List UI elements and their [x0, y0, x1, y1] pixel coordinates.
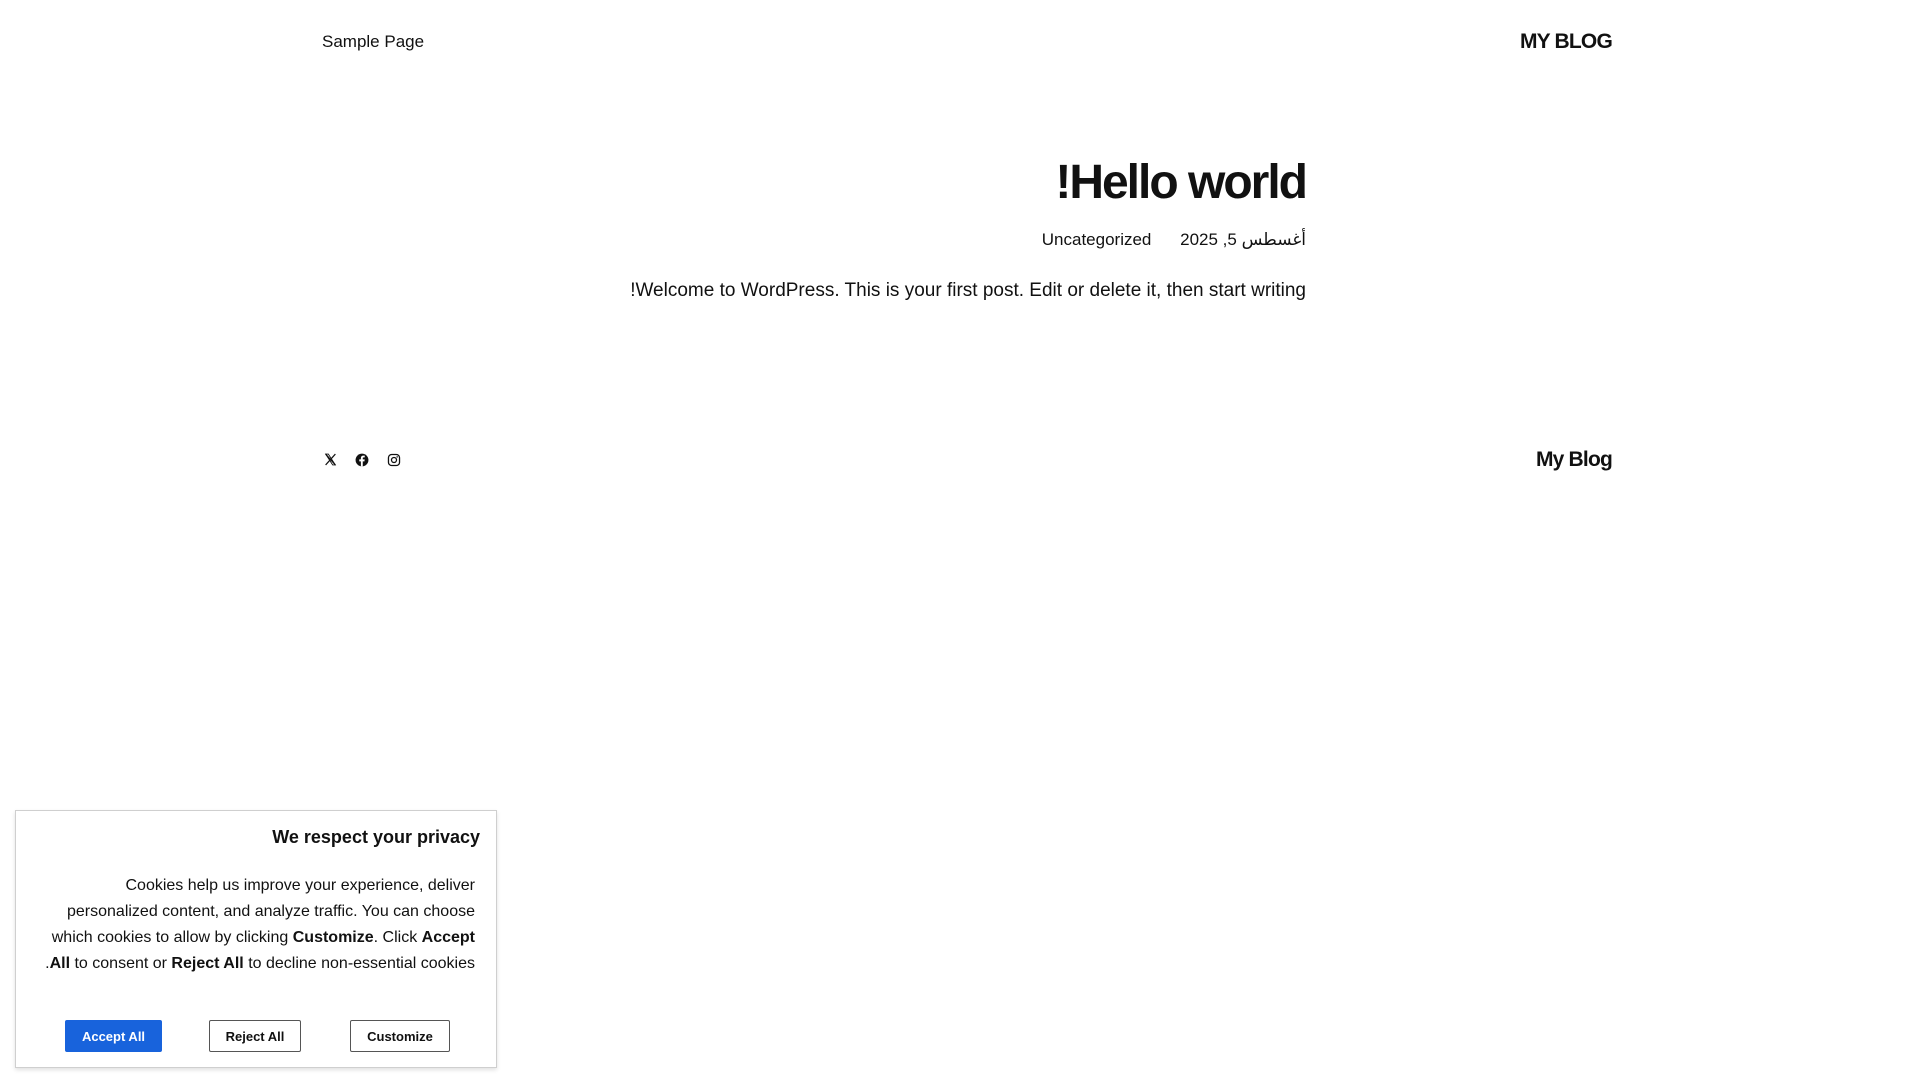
- site-title[interactable]: MY BLOG: [1520, 30, 1613, 54]
- cookie-text-customize: Customize: [292, 929, 374, 946]
- facebook-icon: [355, 453, 369, 472]
- post-title: Hello world!: [1055, 156, 1308, 209]
- cookie-banner-buttons: Accept All Reject All Customize: [16, 1020, 496, 1052]
- cookie-banner-text: Cookies help us improve your experience,…: [35, 873, 475, 977]
- footer-site-title[interactable]: My Blog: [1536, 448, 1613, 472]
- post: Hello world! أغسطس 5, 2025 Uncategorized…: [0, 152, 1308, 323]
- instagram-icon: [387, 453, 401, 472]
- reject-all-button[interactable]: Reject All: [209, 1020, 301, 1052]
- site-header: Sample Page MY BLOG: [322, 28, 1613, 60]
- x-link[interactable]: [322, 453, 338, 471]
- cookie-consent-banner: We respect your privacy Cookies help us …: [15, 810, 497, 1068]
- post-content: Welcome to WordPress. This is your first…: [630, 280, 1306, 301]
- x-icon: [324, 453, 337, 471]
- instagram-link[interactable]: [386, 453, 402, 472]
- cookie-banner-title: We respect your privacy: [272, 827, 480, 847]
- post-category-link[interactable]: Uncategorized: [1042, 230, 1152, 249]
- cookie-text-part: to consent or: [70, 955, 172, 972]
- facebook-link[interactable]: [354, 453, 370, 472]
- social-links: [322, 453, 402, 472]
- page: Sample Page MY BLOG Hello world! أغسطس 5…: [0, 0, 1920, 1080]
- site-footer: My Blog: [322, 448, 1613, 478]
- cookie-text-reject: Reject All: [171, 955, 244, 972]
- customize-button[interactable]: Customize: [350, 1020, 450, 1052]
- cookie-text-part: . Click: [373, 929, 422, 946]
- post-meta: أغسطس 5, 2025 Uncategorized: [0, 228, 1306, 252]
- nav-link-sample-page[interactable]: Sample Page: [322, 32, 424, 52]
- accept-all-button[interactable]: Accept All: [65, 1020, 162, 1052]
- post-date: أغسطس 5, 2025: [1180, 230, 1306, 249]
